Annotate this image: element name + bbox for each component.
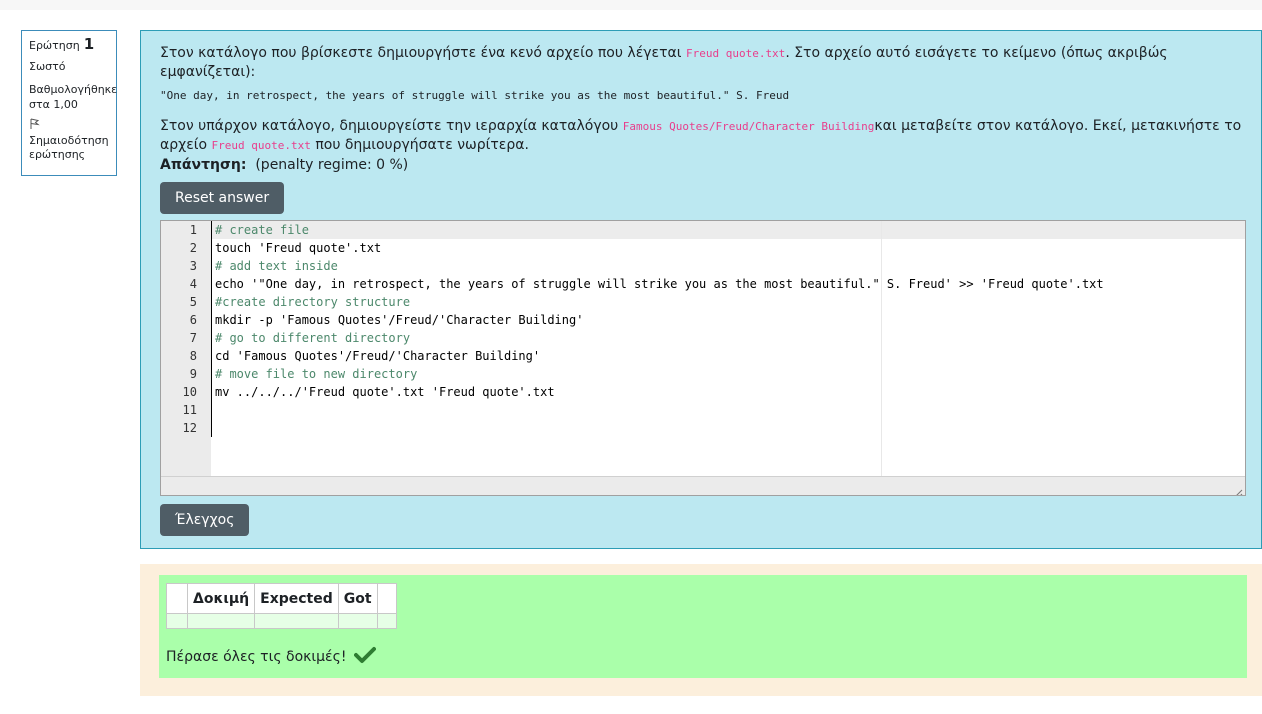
code-line: mv ../../../'Freud quote'.txt 'Freud quo… (215, 385, 555, 399)
flag-icon (29, 118, 41, 130)
code-line: # add text inside (215, 259, 338, 273)
question-paragraph-1: Στον κατάλογο που βρίσκεστε δημιουργήστε… (160, 45, 1168, 80)
reset-answer-button[interactable]: Reset answer (160, 182, 285, 214)
code-editor[interactable]: 1 2 3 4 5 6 7 8 9 10 11 12 # create file touch 'Freu… (160, 220, 1246, 496)
passed-text: Πέρασε όλες τις δοκιμές! (166, 649, 347, 665)
header-blank-left (166, 583, 188, 614)
line-number: 8 (189, 349, 197, 363)
header-expected: Expected (254, 583, 339, 614)
top-strip (0, 0, 1262, 10)
line-number: 5 (189, 295, 197, 309)
line-number: 9 (189, 367, 197, 381)
outcome-panel: Δοκιμή Expected Got Πέρασε όλες τις δοκι… (140, 564, 1262, 696)
results-table: Δοκιμή Expected Got (166, 583, 397, 629)
resize-handle-icon[interactable] (1233, 483, 1243, 495)
code-line: # go to different directory (215, 331, 411, 345)
line-number: 12 (182, 421, 197, 435)
line-number: 3 (189, 259, 197, 273)
quote-text: "One day, in retrospect, the years of st… (160, 89, 790, 102)
line-number: 11 (182, 403, 197, 417)
code-line: #create directory structure (215, 295, 411, 309)
filename-code-2: Freud quote.txt (211, 139, 311, 152)
code-line: cd 'Famous Quotes'/Freud/'Character Buil… (215, 349, 541, 363)
question-paragraph-2: Στον υπάρχον κατάλογο, δημιουργείστε την… (160, 118, 1242, 153)
feedback-box: Δοκιμή Expected Got Πέρασε όλες τις δοκι… (159, 575, 1247, 678)
editor-gutter: 1 2 3 4 5 6 7 8 9 10 11 12 (161, 221, 211, 495)
flag-question-link[interactable]: Σημαιοδότηση ερώτησης (29, 118, 109, 162)
answer-label: Απάντηση: (160, 157, 247, 173)
answer-label-line: Απάντηση: (penalty regime: 0 %) (160, 157, 408, 173)
question-grade: Βαθμολογήθηκε στα 1,00 (29, 83, 118, 111)
header-got: Got (337, 583, 378, 614)
question-text: Στον κατάλογο που βρίσκεστε δημιουργήστε… (160, 44, 1250, 155)
check-button[interactable]: Έλεγχος (160, 504, 250, 536)
results-empty-row (166, 613, 397, 629)
results-header-row: Δοκιμή Expected Got (166, 583, 397, 614)
code-line: # create file (215, 223, 309, 237)
question-number-value: 1 (83, 35, 95, 53)
editor-code-area[interactable]: # create file touch 'Freud quote'.txt # ad… (211, 221, 1245, 479)
check-mark-icon (354, 646, 377, 668)
passed-all-tests: Πέρασε όλες τις δοκιμές! (166, 646, 377, 668)
header-test: Δοκιμή (186, 583, 256, 614)
line-number: 10 (182, 385, 197, 399)
line-number: 4 (189, 277, 197, 291)
line-number: 7 (189, 331, 197, 345)
code-line: mkdir -p 'Famous Quotes'/Freud/'Characte… (215, 313, 584, 327)
line-number: 1 (189, 223, 197, 237)
question-number: Ερώτηση 1 (29, 37, 109, 53)
question-formulation: Στον κατάλογο που βρίσκεστε δημιουργήστε… (140, 30, 1262, 549)
code-line: echo '"One day, in retrospect, the years… (215, 277, 1104, 291)
penalty-regime: (penalty regime: 0 %) (255, 157, 409, 173)
directory-code: Famous Quotes/Freud/Character Building (622, 120, 875, 133)
editor-bottom-bar (161, 476, 1245, 495)
filename-code: Freud quote.txt (685, 47, 786, 60)
question-label: Ερώτηση (29, 39, 80, 52)
line-number: 2 (189, 241, 197, 255)
question-info: Ερώτηση 1 Σωστό Βαθμολογήθηκε στα 1,00 Σ… (21, 30, 117, 176)
code-line: touch 'Freud quote'.txt (215, 241, 382, 255)
line-number: 6 (189, 313, 197, 327)
code-line: # move file to new directory (215, 367, 418, 381)
question-state: Σωστό (29, 60, 66, 73)
header-blank-right (376, 583, 397, 614)
flag-label: Σημαιοδότηση ερώτησης (29, 134, 109, 161)
